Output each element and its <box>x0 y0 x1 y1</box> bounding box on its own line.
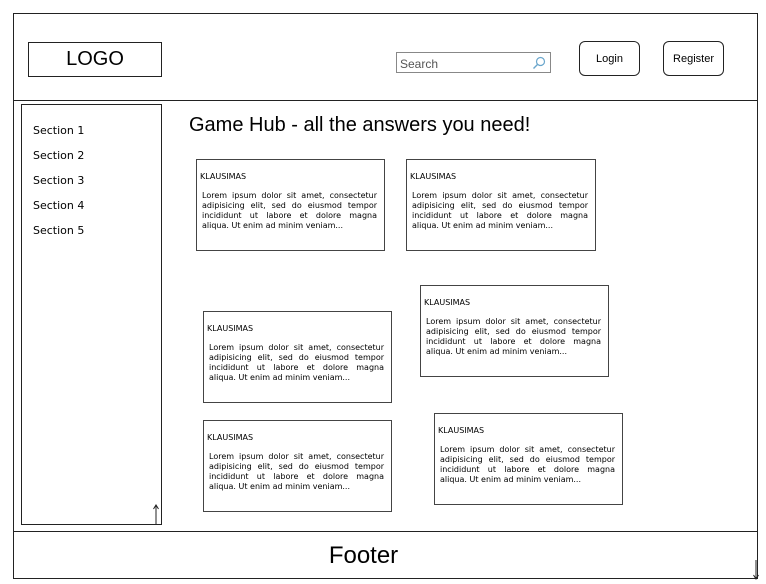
search-box[interactable] <box>396 52 551 74</box>
register-button[interactable]: Register <box>663 41 724 76</box>
card-body: Lorem ipsum dolor sit amet, consectetur … <box>202 191 377 230</box>
sidebar-item-section-4[interactable]: Section 4 <box>22 199 161 224</box>
card-body: Lorem ipsum dolor sit amet, consectetur … <box>412 191 588 230</box>
logo[interactable]: LOGO <box>28 42 162 77</box>
question-card[interactable]: KLAUSIMAS Lorem ipsum dolor sit amet, co… <box>203 420 392 512</box>
card-heading: KLAUSIMAS <box>410 172 457 181</box>
sidebar: Section 1 Section 2 Section 3 Section 4 … <box>21 104 162 525</box>
question-card[interactable]: KLAUSIMAS Lorem ipsum dolor sit amet, co… <box>406 159 596 251</box>
header-divider <box>13 100 758 101</box>
login-button[interactable]: Login <box>579 41 640 76</box>
question-card[interactable]: KLAUSIMAS Lorem ipsum dolor sit amet, co… <box>434 413 623 505</box>
card-body: Lorem ipsum dolor sit amet, consectetur … <box>426 317 601 356</box>
card-heading: KLAUSIMAS <box>438 426 485 435</box>
sidebar-item-section-1[interactable]: Section 1 <box>22 124 161 149</box>
card-heading: KLAUSIMAS <box>207 433 254 442</box>
resize-arrow-icon[interactable] <box>753 560 759 580</box>
page-title: Game Hub - all the answers you need! <box>189 114 531 136</box>
search-input[interactable] <box>397 54 550 74</box>
sidebar-nav: Section 1 Section 2 Section 3 Section 4 … <box>22 105 161 249</box>
card-heading: KLAUSIMAS <box>424 298 471 307</box>
sidebar-item-section-3[interactable]: Section 3 <box>22 174 161 199</box>
question-card[interactable]: KLAUSIMAS Lorem ipsum dolor sit amet, co… <box>203 311 392 403</box>
search-icon[interactable] <box>531 55 547 71</box>
logo-text: LOGO <box>66 48 124 70</box>
sidebar-item-section-2[interactable]: Section 2 <box>22 149 161 174</box>
card-heading: KLAUSIMAS <box>207 324 254 333</box>
question-card[interactable]: KLAUSIMAS Lorem ipsum dolor sit amet, co… <box>420 285 609 377</box>
card-body: Lorem ipsum dolor sit amet, consectetur … <box>440 445 615 484</box>
card-heading: KLAUSIMAS <box>200 172 247 181</box>
footer: Footer <box>13 532 758 579</box>
footer-text: Footer <box>328 541 399 569</box>
sidebar-item-section-5[interactable]: Section 5 <box>22 224 161 249</box>
scroll-arrow-icon[interactable] <box>153 504 159 524</box>
card-body: Lorem ipsum dolor sit amet, consectetur … <box>209 452 384 491</box>
question-card[interactable]: KLAUSIMAS Lorem ipsum dolor sit amet, co… <box>196 159 385 251</box>
card-body: Lorem ipsum dolor sit amet, consectetur … <box>209 343 384 382</box>
